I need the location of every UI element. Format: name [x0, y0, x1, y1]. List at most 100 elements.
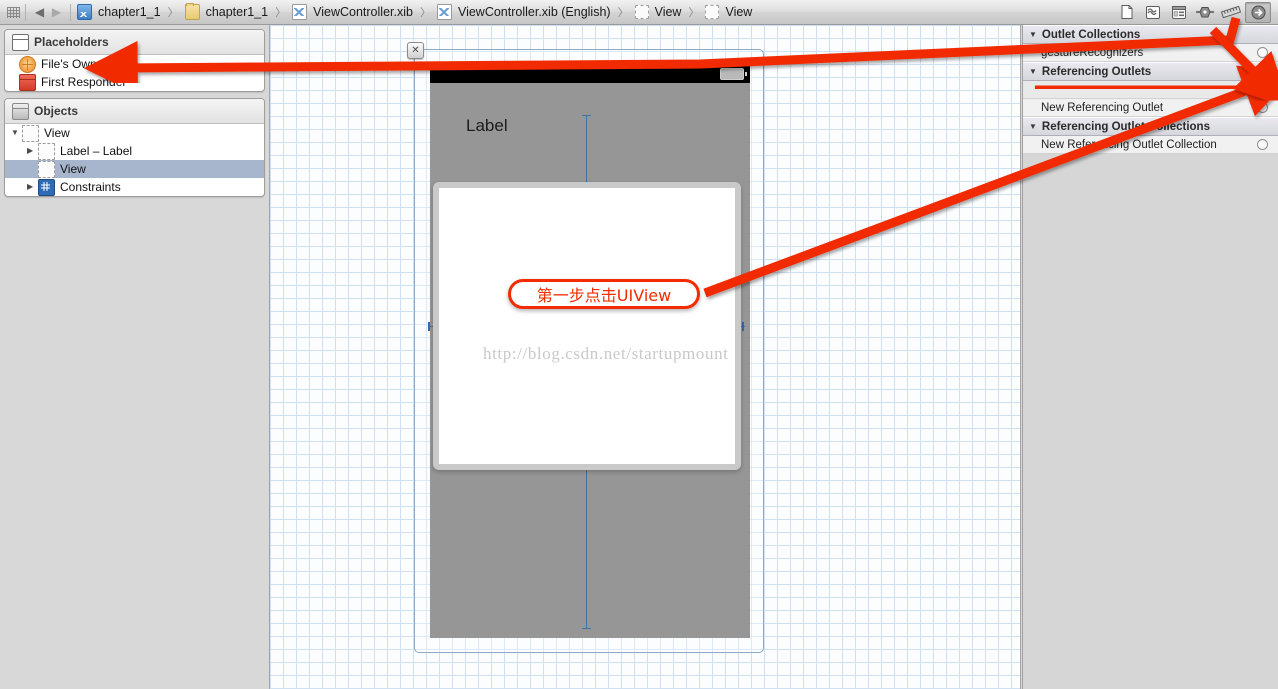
- outline-item-view-selected[interactable]: View: [5, 160, 264, 178]
- toolbar-divider: [70, 3, 71, 21]
- outline-item-label[interactable]: ▶ Label – Label: [5, 142, 264, 160]
- cube-outline-icon: [12, 33, 29, 51]
- breadcrumb-label: View: [725, 5, 753, 19]
- outline-item-view-root[interactable]: ▼ View: [5, 124, 264, 142]
- placeholders-panel: Placeholders File's Owner First Responde…: [4, 29, 265, 92]
- chevron-right-icon: 〉: [275, 7, 287, 19]
- disclosure-triangle-icon[interactable]: ▼: [1029, 122, 1037, 131]
- battery-icon: [720, 68, 747, 80]
- connection-well-icon[interactable]: [1257, 139, 1268, 150]
- connections-inspector-tab[interactable]: [1245, 1, 1271, 23]
- disclosure-triangle-icon[interactable]: ▼: [11, 129, 21, 137]
- document-outline-navigator: Placeholders File's Owner First Responde…: [0, 25, 270, 689]
- toolbar-divider: [25, 3, 26, 21]
- outline-item-label: Constraints: [60, 180, 121, 194]
- inspector-tab-bar: [1114, 0, 1278, 25]
- objects-title: Objects: [34, 104, 79, 118]
- breadcrumb-label: chapter1_1: [205, 5, 269, 19]
- breadcrumb-item-folder[interactable]: chapter1_1 〉: [184, 0, 292, 25]
- breadcrumb-item-view-selected[interactable]: View: [704, 0, 755, 25]
- outline-item-first-responder[interactable]: First Responder: [5, 73, 264, 91]
- disclosure-triangle-icon[interactable]: ▼: [1029, 67, 1037, 76]
- uiview-icon: [22, 124, 39, 142]
- constraints-icon: [38, 178, 55, 196]
- folder-icon: [184, 3, 200, 20]
- outline-item-label: Label – Label: [60, 144, 133, 158]
- breadcrumb-label: View: [654, 5, 682, 19]
- selection-handle-left[interactable]: [428, 322, 430, 331]
- canvas-label-object[interactable]: Label: [466, 116, 508, 136]
- breadcrumb-item-xib[interactable]: ViewController.xib 〉: [291, 0, 436, 25]
- xib-file-icon: [436, 4, 452, 20]
- disclosure-triangle-icon[interactable]: ▶: [27, 183, 37, 191]
- size-inspector-tab[interactable]: [1219, 3, 1243, 22]
- outline-item-label: View: [44, 126, 70, 140]
- placeholders-title: Placeholders: [34, 35, 109, 49]
- close-icon[interactable]: ✕: [407, 42, 424, 59]
- xcode-project-icon: [77, 4, 92, 20]
- chevron-right-icon: 〉: [617, 7, 629, 19]
- connection-label: New Referencing Outlet: [1041, 101, 1164, 114]
- section-referencing-outlet-collections[interactable]: ▼ Referencing Outlet Collections: [1023, 117, 1278, 136]
- breadcrumb-label: ViewController.xib: [313, 5, 413, 19]
- connections-inspector-panel: ▼ Outlet Collections gestureRecognizers …: [1022, 25, 1278, 689]
- outline-item-constraints[interactable]: ▶ Constraints: [5, 178, 264, 196]
- files-owner-icon: [19, 55, 36, 73]
- first-responder-icon: [19, 73, 36, 91]
- view-placeholder-icon: [634, 5, 649, 19]
- breadcrumb-item-xib-english[interactable]: ViewController.xib (English) 〉: [436, 0, 634, 25]
- grip-icon[interactable]: [7, 6, 20, 18]
- connection-row-new-referencing-outlet[interactable]: New Referencing Outlet: [1023, 99, 1278, 117]
- section-title: Referencing Outlet Collections: [1041, 120, 1210, 133]
- file-inspector-tab[interactable]: [1115, 3, 1139, 22]
- back-button[interactable]: ◀: [31, 4, 48, 21]
- connection-row-existing-outlet[interactable]: [1023, 81, 1278, 99]
- connection-label: New Referencing Outlet Collection: [1041, 138, 1217, 151]
- annotation-callout-text: 第一步点击UIView: [536, 286, 672, 305]
- forward-button[interactable]: ▶: [48, 4, 65, 21]
- xib-file-icon: [292, 4, 308, 20]
- ios-status-bar: [430, 63, 750, 83]
- quick-help-inspector-tab[interactable]: [1141, 3, 1165, 22]
- outline-item-label: View: [60, 162, 86, 176]
- section-referencing-outlets[interactable]: ▼ Referencing Outlets: [1023, 62, 1278, 81]
- outline-item-files-owner[interactable]: File's Owner: [5, 55, 264, 73]
- breadcrumb-label: chapter1_1: [98, 5, 161, 19]
- chevron-right-icon: 〉: [688, 7, 700, 19]
- constraint-guide-cap: [582, 115, 591, 116]
- objects-header[interactable]: Objects: [5, 99, 264, 124]
- breadcrumb-item-project[interactable]: chapter1_1 〉: [76, 0, 184, 25]
- cube-icon: [12, 102, 29, 120]
- constraint-guide-bottom: [586, 468, 587, 628]
- disclosure-triangle-icon[interactable]: ▼: [1029, 30, 1037, 39]
- breadcrumb-item-view-root[interactable]: View 〉: [634, 0, 705, 25]
- section-title: Outlet Collections: [1041, 28, 1141, 41]
- disclosure-triangle-icon[interactable]: ▶: [27, 147, 37, 155]
- connection-well-icon[interactable]: [1257, 47, 1268, 58]
- breadcrumb-label: ViewController.xib (English): [457, 5, 611, 19]
- connection-label: gestureRecognizers: [1041, 46, 1144, 59]
- view-placeholder-icon: [705, 5, 720, 19]
- watermark-text: http://blog.csdn.net/startupmount: [483, 344, 729, 363]
- connection-well-icon[interactable]: [1257, 84, 1268, 95]
- uiview-icon: [38, 160, 55, 178]
- connection-row-new-outlet-collection[interactable]: New Referencing Outlet Collection: [1023, 136, 1278, 154]
- outline-item-label: File's Owner: [41, 57, 108, 71]
- selected-uiview[interactable]: [433, 182, 741, 470]
- connection-well-icon[interactable]: [1257, 102, 1268, 113]
- chevron-right-icon: 〉: [167, 7, 179, 19]
- constraint-guide-cap: [582, 628, 591, 629]
- connection-row-gesture-recognizers[interactable]: gestureRecognizers: [1023, 44, 1278, 62]
- annotation-callout: 第一步点击UIView: [508, 279, 700, 309]
- identity-inspector-tab[interactable]: [1167, 3, 1191, 22]
- selection-handle-right[interactable]: [742, 322, 744, 331]
- placeholders-header[interactable]: Placeholders: [5, 30, 264, 55]
- chevron-right-icon: 〉: [419, 7, 431, 19]
- attributes-inspector-tab[interactable]: [1193, 3, 1217, 22]
- jump-bar-toolbar: ◀ ▶ chapter1_1 〉 chapter1_1 〉 ViewContro…: [0, 0, 1278, 25]
- section-title: Referencing Outlets: [1041, 65, 1152, 78]
- uiview-icon: [38, 142, 55, 160]
- outline-item-label: First Responder: [41, 75, 127, 89]
- section-outlet-collections[interactable]: ▼ Outlet Collections: [1023, 25, 1278, 44]
- objects-panel: Objects ▼ View ▶ Label – Label View ▶ Co…: [4, 98, 265, 197]
